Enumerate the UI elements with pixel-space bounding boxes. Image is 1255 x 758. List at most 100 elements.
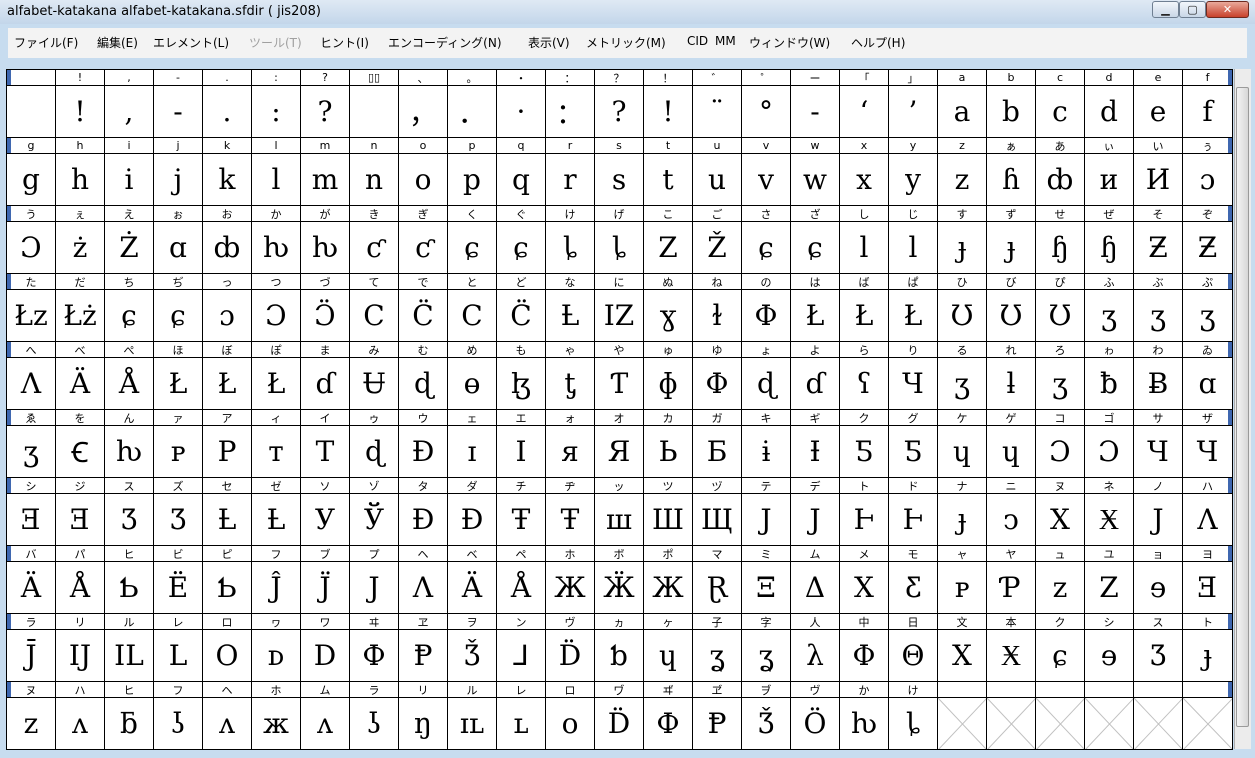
glyph-cell[interactable] xyxy=(1036,682,1085,750)
glyph-cell[interactable]: ラ J̄ xyxy=(7,614,56,682)
glyph-cell[interactable]: ヷ D̈ xyxy=(595,682,644,750)
glyph-cell[interactable]: をꞒ xyxy=(56,410,105,478)
glyph-cell[interactable]: けȴ xyxy=(889,682,938,750)
glyph-cell[interactable]: ヤƤ xyxy=(987,546,1036,614)
glyph-cell[interactable]: ホж xyxy=(252,682,301,750)
glyph-cell[interactable]: リ IJ xyxy=(56,614,105,682)
glyph-cell[interactable]: クƼ xyxy=(840,410,889,478)
glyph-cell[interactable]: ss xyxy=(595,138,644,206)
glyph-cell[interactable]: ヶɥ xyxy=(644,614,693,682)
glyph-cell[interactable]: dd xyxy=(1085,70,1134,138)
glyph-cell[interactable]: ど C̈ xyxy=(497,274,546,342)
glyph-cell[interactable]: ソУ xyxy=(301,478,350,546)
glyph-cell[interactable]: xx xyxy=(840,138,889,206)
glyph-cell[interactable]: ヅЩ xyxy=(693,478,742,546)
vertical-scrollbar[interactable] xyxy=(1234,69,1251,749)
glyph-cell[interactable]: てC xyxy=(350,274,399,342)
glyph-cell[interactable]: ふʒ xyxy=(1085,274,1134,342)
glyph-cell[interactable]: ?? xyxy=(301,70,350,138)
glyph-cell[interactable]: テJ xyxy=(742,478,791,546)
menu-item[interactable]: ヘルプ(H) xyxy=(851,34,905,51)
glyph-cell[interactable]: ムᴧ xyxy=(301,682,350,750)
glyph-cell[interactable]: バÄ xyxy=(7,546,56,614)
glyph-cell[interactable]: ,, xyxy=(105,70,154,138)
glyph-cell[interactable]: ぐɕ xyxy=(497,206,546,274)
glyph-cell[interactable]: ll xyxy=(252,138,301,206)
glyph-cell[interactable]: ウÐ xyxy=(399,410,448,478)
glyph-cell[interactable]: aa xyxy=(938,70,987,138)
glyph-cell[interactable]: ・ · xyxy=(497,70,546,138)
glyph-cell[interactable]: ▯▯ xyxy=(350,70,399,138)
glyph-cell[interactable]: めɵ xyxy=(448,342,497,410)
glyph-cell[interactable]: ヸФ xyxy=(644,682,693,750)
glyph-cell[interactable]: もɮ xyxy=(497,342,546,410)
glyph-cell[interactable]: ォя xyxy=(546,410,595,478)
glyph-cell[interactable]: ヘΛ xyxy=(399,546,448,614)
glyph-cell[interactable]: 「‘ xyxy=(840,70,889,138)
glyph-cell[interactable]: チŦ xyxy=(497,478,546,546)
glyph-cell[interactable]: ゛ ¨ xyxy=(693,70,742,138)
glyph-cell[interactable]: ー- xyxy=(791,70,840,138)
glyph-cell[interactable]: ぱŁ xyxy=(889,274,938,342)
glyph-cell[interactable]: に IZ xyxy=(595,274,644,342)
glyph-cell[interactable]: ヴÖ xyxy=(791,682,840,750)
glyph-cell[interactable]: ナɟ xyxy=(938,478,987,546)
glyph-cell[interactable]: ぎƈ xyxy=(399,206,448,274)
glyph-cell[interactable]: -- xyxy=(154,70,203,138)
glyph-cell[interactable]: シƎ xyxy=(7,478,56,546)
glyph-cell[interactable]: つƆ xyxy=(252,274,301,342)
glyph-cell[interactable]: gg xyxy=(7,138,56,206)
glyph-cell[interactable]: ずɟ xyxy=(987,206,1036,274)
glyph-cell[interactable]: べÄ xyxy=(56,342,105,410)
glyph-cell[interactable]: ドͰ xyxy=(889,478,938,546)
glyph-cell[interactable]: mm xyxy=(301,138,350,206)
glyph-cell[interactable]: ゾЎ xyxy=(350,478,399,546)
glyph-cell[interactable]: ポЖ xyxy=(644,546,693,614)
glyph-cell[interactable]: シɘ xyxy=(1085,614,1134,682)
glyph-cell[interactable]: ほŁ xyxy=(154,342,203,410)
glyph-cell[interactable] xyxy=(1183,682,1233,750)
glyph-cell[interactable]: ブ J̈ xyxy=(301,546,350,614)
glyph-cell[interactable]: じl xyxy=(889,206,938,274)
glyph-cell[interactable]: ハΛ xyxy=(1183,478,1233,546)
glyph-cell[interactable]: クɕ xyxy=(1036,614,1085,682)
glyph-cell[interactable]: みɄ xyxy=(350,342,399,410)
glyph-cell[interactable]: ムΔ xyxy=(791,546,840,614)
glyph-cell[interactable]: かƕ xyxy=(252,206,301,274)
glyph-cell[interactable]: せɧ xyxy=(1036,206,1085,274)
glyph-cell[interactable]: ヘʌ xyxy=(203,682,252,750)
glyph-cell[interactable]: ぁɦ xyxy=(987,138,1036,206)
glyph-cell[interactable]: ばŁ xyxy=(840,274,889,342)
glyph-cell[interactable]: pp xyxy=(448,138,497,206)
glyph-cell[interactable]: フʖ xyxy=(154,682,203,750)
glyph-cell[interactable]: だ Łż xyxy=(56,274,105,342)
glyph-cell[interactable]: ゅɸ xyxy=(644,342,693,410)
glyph-cell[interactable]: なȽ xyxy=(546,274,595,342)
glyph-cell[interactable]: ヌᴢ xyxy=(7,682,56,750)
glyph-cell[interactable]: ュz xyxy=(1036,546,1085,614)
glyph-cell[interactable]: ァᴘ xyxy=(154,410,203,478)
glyph-cell[interactable]: レL xyxy=(154,614,203,682)
glyph-cell[interactable]: yy xyxy=(889,138,938,206)
glyph-cell[interactable]: りЧ xyxy=(889,342,938,410)
glyph-cell[interactable]: ？? xyxy=(595,70,644,138)
glyph-cell[interactable]: タÐ xyxy=(399,478,448,546)
menu-item[interactable]: ウィンドウ(W) xyxy=(749,34,830,51)
glyph-cell[interactable]: ちɕ xyxy=(105,274,154,342)
glyph-cell[interactable]: リŋ xyxy=(399,682,448,750)
glyph-cell[interactable]: おȸ xyxy=(203,206,252,274)
glyph-cell[interactable]: しl xyxy=(840,206,889,274)
glyph-cell[interactable]: ヌX xyxy=(1036,478,1085,546)
glyph-cell[interactable]: ぺÅ xyxy=(105,342,154,410)
glyph-cell[interactable]: デJ xyxy=(791,478,840,546)
glyph-cell[interactable]: ょɖ xyxy=(742,342,791,410)
glyph-cell[interactable]: びƱ xyxy=(987,274,1036,342)
glyph-cell[interactable]: vv xyxy=(742,138,791,206)
glyph-cell[interactable]: ャᴩ xyxy=(938,546,987,614)
glyph-cell[interactable]: トͰ xyxy=(840,478,889,546)
glyph-cell[interactable]: こZ xyxy=(644,206,693,274)
glyph-cell[interactable]: すɟ xyxy=(938,206,987,274)
glyph-cell[interactable]: ぽŁ xyxy=(252,342,301,410)
glyph-cell[interactable]: ぅɔ xyxy=(1183,138,1233,206)
glyph-cell[interactable]: ジƎ xyxy=(56,478,105,546)
